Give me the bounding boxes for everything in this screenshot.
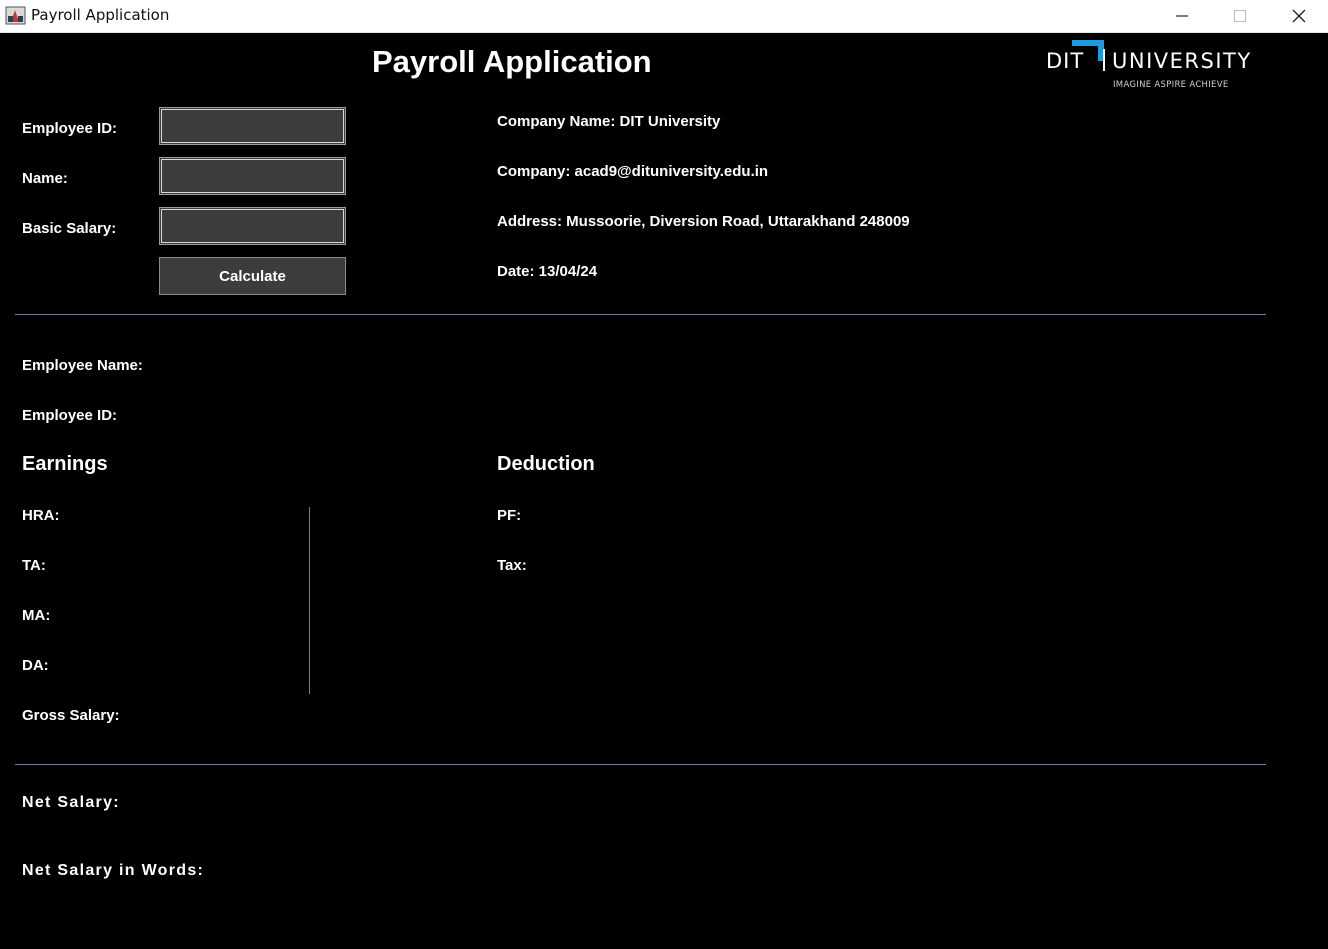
bottom-divider — [15, 764, 1266, 765]
company-address-text: Address: Mussoorie, Diversion Road, Utta… — [497, 213, 910, 230]
ta-label: TA: — [22, 557, 46, 574]
basic-salary-label: Basic Salary: — [22, 220, 117, 237]
name-input[interactable] — [159, 157, 346, 195]
name-label: Name: — [22, 170, 68, 187]
pf-label: PF: — [497, 507, 522, 524]
earnings-divider — [309, 507, 310, 694]
dit-university-logo: DIT UNIVERSITY IMAGINE ASPIRE ACHIEVE — [1046, 40, 1252, 90]
top-divider — [15, 314, 1266, 315]
calculate-button[interactable]: Calculate — [159, 257, 346, 295]
tax-label: Tax: — [497, 557, 527, 574]
employee-id-input[interactable] — [159, 107, 346, 145]
close-icon — [1292, 9, 1306, 23]
net-salary-label: Net Salary: — [22, 794, 120, 811]
hra-label: HRA: — [22, 507, 60, 524]
maximize-button[interactable] — [1211, 0, 1269, 32]
da-label: DA: — [22, 657, 49, 674]
earnings-heading: Earnings — [22, 453, 108, 475]
company-name-text: Company Name: DIT University — [497, 113, 721, 130]
close-button[interactable] — [1270, 0, 1328, 32]
logo-brand-text: DIT — [1046, 49, 1084, 73]
maximize-icon — [1234, 10, 1246, 22]
employee-name-label: Employee Name: — [22, 357, 143, 374]
date-text: Date: 13/04/24 — [497, 263, 598, 280]
minimize-icon — [1176, 15, 1188, 17]
net-salary-words-label: Net Salary in Words: — [22, 862, 205, 879]
ma-label: MA: — [22, 607, 51, 624]
svg-text:UNIVERSITY: UNIVERSITY — [1112, 49, 1252, 73]
title-bar: Payroll Application — [0, 0, 1328, 33]
page-title: Payroll Application — [372, 44, 652, 79]
window-title: Payroll Application — [31, 6, 170, 24]
logo-tagline: IMAGINE ASPIRE ACHIEVE — [1113, 80, 1229, 90]
basic-salary-input[interactable] — [159, 207, 346, 245]
minimize-button[interactable] — [1153, 0, 1211, 32]
payroll-window: Payroll Application Payroll Application … — [0, 0, 1328, 949]
company-email-text: Company: acad9@dituniversity.edu.in — [497, 163, 769, 180]
java-app-icon — [5, 6, 26, 25]
gross-salary-label: Gross Salary: — [22, 707, 120, 724]
employee-id-label: Employee ID: — [22, 120, 118, 137]
deduction-heading: Deduction — [497, 453, 595, 475]
employee-id-summary-label: Employee ID: — [22, 407, 118, 424]
